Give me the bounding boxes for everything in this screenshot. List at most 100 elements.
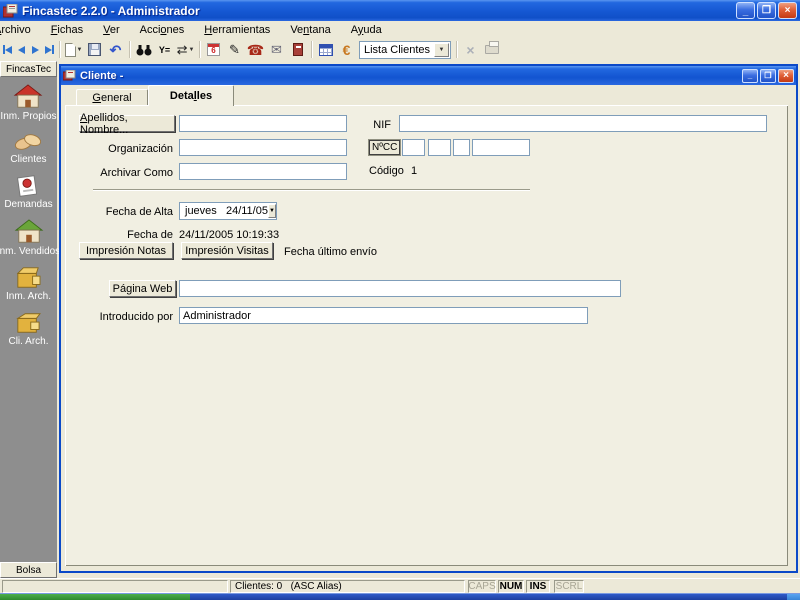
dropdown-arrow-icon[interactable]: ▼ [77, 47, 83, 53]
tab-general[interactable]: General [76, 89, 148, 105]
euro-icon: € [342, 41, 351, 58]
system-tray-sliver [787, 594, 800, 600]
sidebar: FincasTec Inm. Propios Clientes Demandas… [0, 61, 60, 578]
cc-segment-3-input[interactable] [453, 139, 470, 156]
restore-button[interactable]: ❐ [757, 2, 776, 19]
apellidos-nombre-button[interactable]: Apellidos, Nombre... [79, 112, 175, 136]
filter-button[interactable]: Y= [154, 40, 175, 60]
introducido-por-label: Introducido por [99, 311, 173, 323]
filter-icon: Y= [158, 44, 171, 55]
windows-taskbar[interactable] [0, 593, 800, 600]
phone-button[interactable]: ☎ [245, 40, 266, 60]
cc-segment-1-input[interactable] [402, 139, 425, 156]
ncc-button[interactable]: NºCC [369, 140, 401, 155]
nav-prev-button[interactable] [14, 40, 28, 60]
client-area: FincasTec Inm. Propios Clientes Demandas… [0, 61, 800, 578]
cliente-window: Cliente - _ ❐ × General Deta l les Apellid… [59, 64, 798, 573]
impresion-visitas-button[interactable]: Impresión Visitas [181, 242, 273, 259]
save-button[interactable] [84, 40, 105, 60]
cc-segment-2-input[interactable] [428, 139, 451, 156]
cc-segment-4-input[interactable] [472, 139, 530, 156]
archivar-como-input[interactable] [179, 163, 347, 180]
menu-ver[interactable]: Ver [93, 23, 130, 37]
edit-button[interactable]: ✎ [224, 40, 245, 60]
sidebar-item-demandas[interactable]: Demandas [4, 174, 53, 210]
previous-record-icon [17, 45, 25, 54]
undo-icon: ↶ [109, 41, 122, 58]
save-icon [88, 43, 101, 56]
print-button[interactable] [481, 40, 502, 60]
cliente-close-button[interactable]: × [778, 68, 794, 83]
taskbar-main[interactable] [190, 594, 787, 600]
delete-x-icon: × [466, 41, 475, 58]
menu-herramientas[interactable]: Herramientas [194, 23, 280, 37]
tab-detalles[interactable]: Deta l les [148, 85, 234, 106]
sidebar-item-inm-vendidos[interactable]: Inm. Vendidos [0, 219, 60, 257]
cliente-minimize-button[interactable]: _ [742, 68, 758, 83]
menu-ayuda[interactable]: Ayuda [341, 23, 392, 37]
exchange-arrows-icon: ⇄ [176, 42, 188, 57]
combo-dropdown-button[interactable]: ▼ [434, 42, 449, 57]
chevron-down-icon: ▼ [268, 208, 275, 214]
menu-acciones[interactable]: Acciones [130, 23, 195, 37]
app-title: Fincastec 2.2.0 - Administrador [22, 3, 200, 18]
nif-label: NIF [373, 119, 391, 131]
combo-dropdown-button[interactable]: ▼ [267, 204, 276, 218]
application-window: Fincastec 2.2.0 - Administrador _ ❐ × Ar… [0, 0, 800, 600]
sidebar-item-inm-arch[interactable]: Inm. Arch. [6, 266, 51, 302]
nif-input[interactable] [399, 115, 767, 132]
fecha-alta-combo[interactable]: jueves 24/11/05 ▼ [179, 202, 277, 220]
calendar-button[interactable]: 6 [203, 40, 224, 60]
envelope-icon: ✉ [271, 42, 282, 57]
menu-archivo[interactable]: Archivo [0, 23, 41, 37]
sidebar-footer-bolsa[interactable]: Bolsa [0, 562, 57, 578]
caps-indicator: CAPS [468, 580, 496, 593]
archive-box-icon [17, 267, 41, 288]
pagina-web-input[interactable] [179, 280, 621, 297]
phone-icon: ☎ [246, 41, 265, 58]
fecha-ultimo-envio-label: Fecha último envío [284, 246, 377, 258]
list-selector-combo[interactable]: Lista Clientes ▼ [359, 40, 451, 59]
sidebar-item-clientes[interactable]: Clientes [10, 131, 47, 165]
table-view-button[interactable] [315, 40, 336, 60]
sidebar-item-inm-propios[interactable]: Inm. Propios [0, 84, 57, 122]
close-button[interactable]: × [778, 2, 797, 19]
num-indicator: NUM [498, 580, 524, 593]
dropdown-arrow-icon[interactable]: ▼ [188, 47, 194, 53]
toolbar-separator [311, 41, 312, 58]
sort-refresh-button[interactable]: ⇄ ▼ [175, 40, 196, 60]
sidebar-item-cli-arch[interactable]: Cli. Arch. [8, 311, 49, 347]
cliente-titlebar: Cliente - _ ❐ × [61, 66, 796, 85]
sidebar-header-fincastec[interactable]: FincasTec [0, 61, 57, 77]
impresion-notas-button[interactable]: Impresión Notas [79, 242, 173, 259]
euro-button[interactable]: € [336, 40, 357, 60]
pencil-icon: ✎ [229, 42, 240, 57]
menu-fichas[interactable]: Fichas [41, 23, 93, 37]
cliente-maximize-button[interactable]: ❐ [760, 68, 776, 83]
fecha-alta-value: jueves 24/11/05 [185, 205, 268, 217]
toolbar-separator [456, 41, 457, 58]
archive-box-icon [16, 313, 42, 333]
new-record-button[interactable]: ▼ [63, 40, 84, 60]
nav-last-button[interactable] [42, 40, 56, 60]
green-house-icon [14, 219, 43, 243]
organizacion-input[interactable] [179, 139, 347, 156]
pagina-web-button[interactable]: Página Web [109, 280, 176, 297]
minimize-button[interactable]: _ [736, 2, 755, 19]
find-button[interactable] [133, 40, 154, 60]
calculator-icon [292, 43, 303, 56]
fecha-actualizacion-value: 24/11/2005 10:19:33 [179, 229, 280, 241]
archivar-como-label: Archivar Como [100, 167, 173, 179]
nav-next-button[interactable] [28, 40, 42, 60]
calculator-button[interactable] [287, 40, 308, 60]
separator-line [93, 189, 530, 191]
delete-button[interactable]: × [460, 40, 481, 60]
introducido-por-input[interactable] [179, 307, 588, 324]
nav-first-button[interactable] [0, 40, 14, 60]
undo-button[interactable]: ↶ [105, 40, 126, 60]
toolbar-separator [129, 41, 130, 58]
mail-button[interactable]: ✉ [266, 40, 287, 60]
menu-ventana[interactable]: Ventana [280, 23, 340, 37]
start-button-sliver[interactable] [0, 594, 190, 600]
red-house-icon [14, 84, 43, 108]
